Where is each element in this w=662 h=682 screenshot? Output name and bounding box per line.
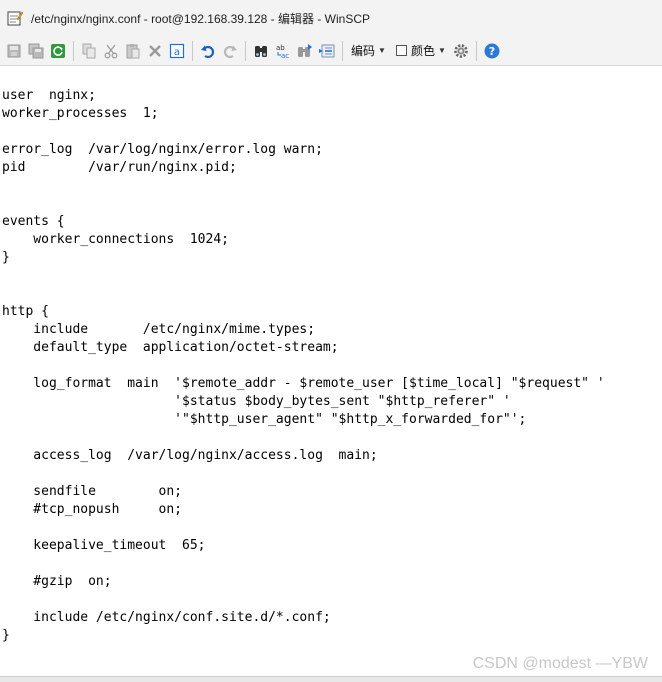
find-next-icon[interactable] <box>294 40 316 62</box>
svg-text:ac: ac <box>281 52 289 59</box>
replace-icon[interactable]: ab ac <box>272 40 294 62</box>
code-line: keepalive_timeout 65; <box>2 538 206 553</box>
paste-icon[interactable] <box>122 40 144 62</box>
goto-line-icon[interactable] <box>316 40 338 62</box>
svg-text:?: ? <box>489 45 495 58</box>
chevron-down-icon: ▼ <box>378 46 386 55</box>
find-icon[interactable] <box>250 40 272 62</box>
encoding-dropdown[interactable]: 编码 ▼ <box>351 42 386 59</box>
code-line: include /etc/nginx/conf.site.d/*.conf; <box>2 610 331 625</box>
help-icon[interactable]: ? <box>481 40 503 62</box>
svg-text:a: a <box>174 47 180 58</box>
code-line: sendfile on; <box>2 484 183 499</box>
toolbar-separator <box>475 40 477 61</box>
status-strip <box>0 676 662 682</box>
toolbar-separator <box>73 40 74 61</box>
toolbar: a ab ac 编码 ▼ 颜色 ▼ ? <box>0 36 662 66</box>
encoding-label: 编码 <box>351 44 376 58</box>
save-all-icon[interactable] <box>25 40 47 62</box>
delete-icon[interactable] <box>144 40 166 62</box>
toolbar-separator <box>245 40 246 61</box>
code-line: worker_processes 1; <box>2 106 159 121</box>
notepad-icon <box>7 11 23 26</box>
redo-icon[interactable] <box>219 40 241 62</box>
gear-icon[interactable] <box>450 40 472 62</box>
color-label: 颜色 <box>410 44 435 58</box>
code-line: #tcp_nopush on; <box>2 502 183 517</box>
code-line: access_log /var/log/nginx/access.log mai… <box>2 448 378 463</box>
code-line: '"$http_user_agent" "$http_x_forwarded_f… <box>2 412 527 427</box>
watermark: CSDN @modest —YBW <box>472 655 648 672</box>
code-line: #gzip on; <box>2 574 112 589</box>
chevron-down-icon: ▼ <box>437 46 446 55</box>
cut-icon[interactable] <box>100 40 122 62</box>
code-line: events { <box>2 214 65 229</box>
code-line: log_format main '$remote_addr - $remote_… <box>2 376 605 391</box>
code-line: user nginx; <box>2 88 96 103</box>
svg-text:ab: ab <box>276 44 285 52</box>
toolbar-separator <box>342 40 343 61</box>
save-icon[interactable] <box>3 40 25 62</box>
reload-icon[interactable] <box>47 40 69 62</box>
code-line: pid /var/run/nginx.pid; <box>2 160 237 175</box>
code-line: error_log /var/log/nginx/error.log warn; <box>2 142 323 157</box>
color-checkbox[interactable] <box>395 45 407 56</box>
text-editor[interactable]: user nginx; worker_processes 1; error_log … <box>0 67 662 676</box>
copy-icon[interactable] <box>78 40 100 62</box>
code-line: } <box>2 250 10 265</box>
color-dropdown[interactable]: 颜色 ▼ <box>411 42 446 59</box>
code-line: worker_connections 1024; <box>2 232 229 247</box>
code-line: default_type application/octet-stream; <box>2 340 339 355</box>
select-all-icon[interactable]: a <box>166 40 188 62</box>
toolbar-separator <box>192 40 193 61</box>
undo-icon[interactable] <box>197 40 219 62</box>
code-line: } <box>2 628 10 643</box>
title-bar: /etc/nginx/nginx.conf - root@192.168.39.… <box>0 0 662 36</box>
code-line: http { <box>2 304 49 319</box>
window-title: /etc/nginx/nginx.conf - root@192.168.39.… <box>31 11 371 26</box>
code-line: include /etc/nginx/mime.types; <box>2 322 316 337</box>
code-line: '$status $body_bytes_sent "$http_referer… <box>2 394 511 409</box>
